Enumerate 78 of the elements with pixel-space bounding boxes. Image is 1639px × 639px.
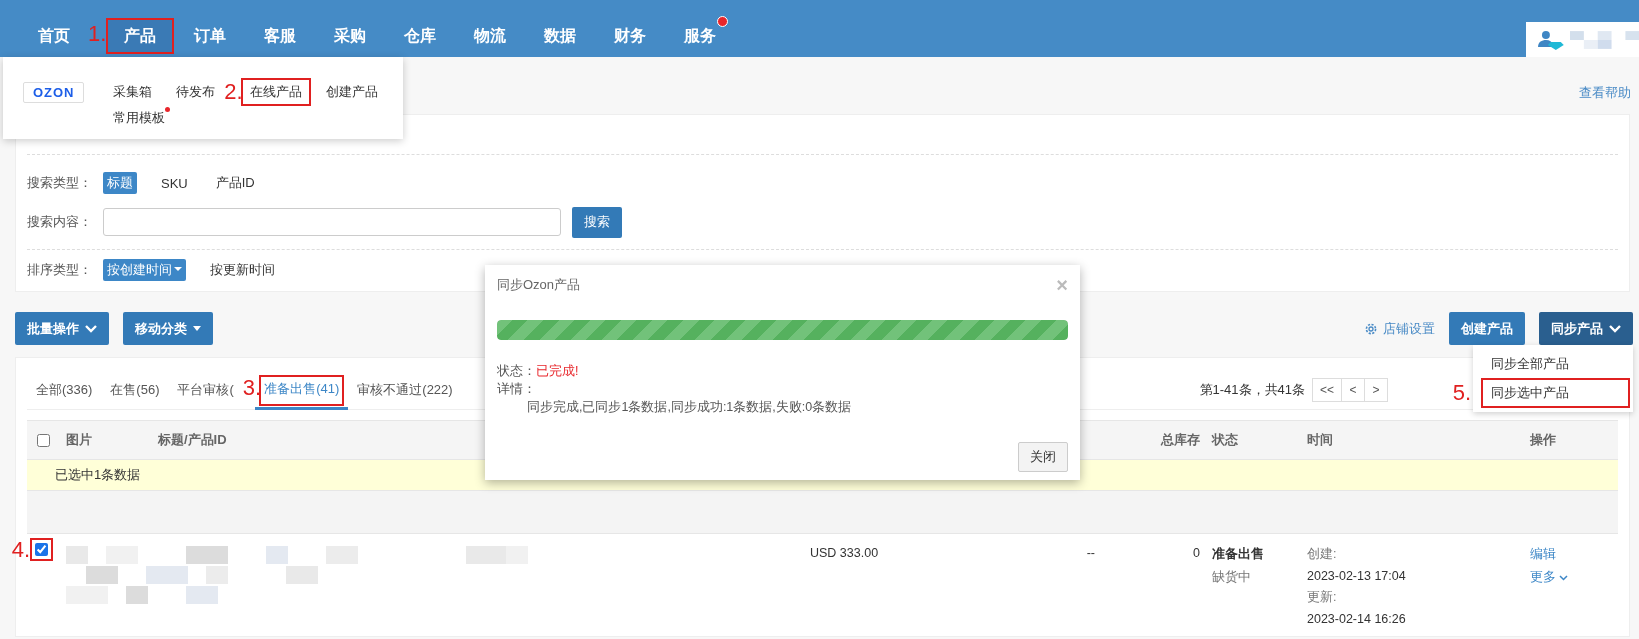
select-all-checkbox[interactable]	[37, 433, 50, 447]
filter-option[interactable]: 标题	[103, 172, 137, 194]
tab[interactable]: 平台审核(	[168, 371, 243, 409]
stock-count: 0	[1193, 546, 1200, 560]
redacted-name	[1569, 30, 1639, 49]
column-header: 总库存	[1161, 431, 1200, 449]
action-link[interactable]: 编辑	[1530, 546, 1556, 563]
sync-products-button[interactable]: 同步产品	[1539, 312, 1633, 345]
filter-label: 搜索类型：	[27, 174, 93, 192]
menu-item[interactable]: 同步选中产品	[1483, 380, 1628, 406]
step-number: 2.	[224, 81, 243, 103]
menu-item[interactable]: 采集箱	[106, 80, 160, 104]
status-value: 已完成!	[536, 364, 579, 378]
time-label: 创建:	[1307, 546, 1337, 563]
step-number: 4.	[11, 538, 30, 561]
status-label: 状态：	[497, 364, 536, 378]
nav-tab[interactable]: 仓库	[388, 20, 453, 52]
chevron-down-icon	[1609, 324, 1621, 333]
tab[interactable]: 审核不通过(222)	[348, 371, 462, 409]
create-product-button[interactable]: 创建产品	[1449, 312, 1525, 345]
details-message: 同步完成,已同步1条数据,同步成功:1条数据,失败:0条数据	[527, 400, 852, 414]
filter-label: 搜索内容：	[27, 213, 93, 231]
filter-label: 排序类型：	[27, 261, 93, 279]
nav-tab[interactable]: 采购	[318, 20, 383, 52]
filter-option[interactable]: 按创建时间	[103, 259, 186, 281]
nav-tab[interactable]: 财务	[598, 20, 663, 52]
step-number: 1.	[88, 23, 107, 45]
page-button[interactable]: <<	[1312, 378, 1342, 402]
page-button[interactable]: <	[1341, 378, 1365, 402]
details-label: 详情：	[497, 382, 536, 396]
price: USD 333.00	[810, 546, 879, 560]
menu-item[interactable]: 同步全部产品	[1483, 351, 1628, 377]
status-text: 准备出售	[1212, 546, 1264, 563]
action-button[interactable]: 移动分类	[123, 312, 213, 345]
step-number: 5.	[1452, 382, 1471, 404]
tab[interactable]: 全部(336)	[27, 371, 102, 409]
filter-option[interactable]: 按更新时间	[206, 259, 279, 281]
nav-tab[interactable]: 服务	[668, 20, 733, 52]
nav-tab[interactable]: 物流	[458, 20, 523, 52]
store-settings-link[interactable]: 店铺设置	[1364, 319, 1435, 338]
search-button[interactable]: 搜索	[572, 206, 622, 238]
nav-tab[interactable]: 客服	[248, 20, 313, 52]
tab[interactable]: 在售(56)	[101, 371, 169, 409]
caret-icon	[193, 326, 201, 331]
gear-icon	[1364, 321, 1378, 336]
page-button[interactable]: >	[1364, 378, 1388, 402]
chevron-down-icon	[85, 324, 97, 333]
filter-option[interactable]: SKU	[157, 173, 192, 193]
table-cell: --	[1086, 546, 1095, 560]
column-header: 操作	[1529, 431, 1556, 449]
column-header: 标题/产品ID	[157, 431, 227, 449]
help-link[interactable]: 查看帮助	[1579, 84, 1631, 102]
caret-icon	[174, 267, 182, 271]
user-diamond-icon	[1538, 29, 1564, 50]
menu-item[interactable]: 常用模板	[106, 106, 173, 130]
menu-item[interactable]: 在线产品	[242, 80, 309, 104]
nav-tab[interactable]: 产品	[108, 20, 173, 52]
menu-item[interactable]: 创建产品	[318, 80, 385, 104]
timestamp: 2023-02-13 17:04	[1307, 569, 1406, 583]
close-dialog-button[interactable]: 关闭	[1018, 442, 1068, 472]
time-label: 更新:	[1307, 589, 1337, 606]
action-button[interactable]: 批量操作	[15, 312, 109, 345]
column-header: 时间	[1306, 431, 1333, 449]
filter-option[interactable]: 产品ID	[211, 172, 259, 194]
search-field[interactable]	[103, 208, 561, 236]
menu-item[interactable]: 待发布	[169, 80, 223, 104]
timestamp: 2023-02-14 16:26	[1307, 612, 1406, 626]
ozon-logo[interactable]: OZON	[23, 82, 85, 103]
stock-status: 缺货中	[1212, 569, 1251, 586]
column-header: 图片	[65, 431, 92, 449]
user-badge[interactable]	[1526, 22, 1639, 57]
column-header: 状态	[1210, 431, 1238, 449]
action-link[interactable]: 更多	[1530, 569, 1568, 586]
nav-tab[interactable]: 首页	[22, 20, 86, 52]
nav-tab[interactable]: 订单	[178, 20, 243, 52]
nav-tab[interactable]: 数据	[528, 20, 593, 52]
page-summary: 第1-41条，共41条	[1199, 381, 1305, 399]
dialog-title: 同步Ozon产品	[497, 275, 581, 294]
